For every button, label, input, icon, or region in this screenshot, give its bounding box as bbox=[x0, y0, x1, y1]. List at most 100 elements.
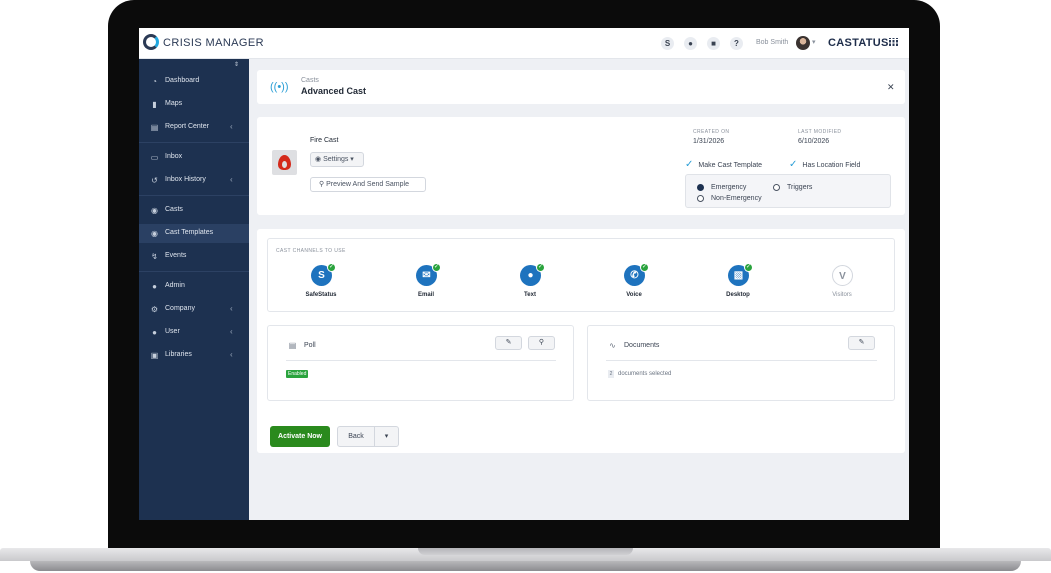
channel-label: Desktop bbox=[726, 292, 750, 298]
location-field-checkbox[interactable]: ✓ Has Location Field bbox=[789, 159, 860, 170]
documents-selected-text: documents selected bbox=[618, 371, 672, 377]
divider bbox=[286, 360, 556, 361]
chevron-left-icon: ‹ bbox=[230, 350, 233, 359]
visitors-icon: V bbox=[832, 265, 853, 286]
history-icon: ↺ bbox=[151, 176, 158, 185]
channel-label: Voice bbox=[626, 292, 642, 298]
page-title: Advanced Cast bbox=[301, 86, 367, 96]
bell-icon[interactable]: ● bbox=[684, 37, 697, 50]
sidebar-item-maps[interactable]: ▮ Maps bbox=[139, 95, 249, 114]
sidebar-item-inbox-history[interactable]: ↺ Inbox History ‹ bbox=[139, 171, 249, 190]
briefcase-icon: ▣ bbox=[150, 351, 159, 360]
pencil-icon: ✎ bbox=[505, 339, 512, 346]
chevron-down-icon: ▾ bbox=[348, 156, 354, 163]
scroll-indicator-icon[interactable]: ⇕ bbox=[234, 61, 239, 68]
search-icon: ⚲ bbox=[538, 339, 545, 346]
contacts-icon[interactable]: ■ bbox=[707, 37, 720, 50]
channel-label: Email bbox=[417, 292, 434, 298]
dashboard-icon: ◔ bbox=[152, 77, 157, 86]
back-button[interactable]: Back bbox=[337, 426, 375, 447]
documents-panel: ∿ Documents ✎ 2 documents selected bbox=[587, 325, 895, 401]
make-template-checkbox[interactable]: ✓ Make Cast Template bbox=[685, 159, 762, 170]
channel-desktop[interactable]: ▧ ✓ Desktop bbox=[708, 263, 768, 303]
edit-poll-button[interactable]: ✎ bbox=[495, 336, 522, 350]
check-icon: ✓ bbox=[685, 159, 694, 170]
breadcrumb[interactable]: Casts bbox=[301, 77, 319, 84]
sidebar-item-label: Cast Templates bbox=[165, 229, 214, 236]
channel-email[interactable]: ✉ ✓ Email bbox=[396, 263, 456, 303]
broadcast-icon: ◉ bbox=[315, 156, 324, 163]
sidebar-item-inbox[interactable]: ▭ Inbox bbox=[139, 148, 249, 167]
sidebar-item-label: Libraries bbox=[165, 351, 192, 358]
channels-title: CAST CHANNELS TO USE bbox=[276, 248, 346, 254]
sidebar-item-report-center[interactable]: ▤ Report Center ‹ bbox=[139, 118, 249, 137]
laptop-base bbox=[0, 548, 1051, 573]
help-icon[interactable]: ? bbox=[730, 37, 743, 50]
chevron-down-icon[interactable]: ▾ bbox=[812, 38, 816, 46]
preview-send-sample-button[interactable]: ⚲ Preview And Send Sample bbox=[310, 177, 426, 192]
channel-label: SafeStatus bbox=[305, 292, 337, 298]
chart-icon: ▤ bbox=[150, 123, 159, 132]
cast-channels-panel: CAST CHANNELS TO USE S ✓ SafeStatus ✉ ✓ … bbox=[267, 238, 895, 312]
broadcast-icon: ◉ bbox=[151, 206, 158, 215]
channel-label: Text bbox=[524, 292, 536, 298]
sidebar-item-libraries[interactable]: ▣ Libraries ‹ bbox=[139, 346, 249, 365]
status-badge: Enabled bbox=[286, 370, 309, 378]
map-icon: ▮ bbox=[152, 100, 157, 109]
preview-label: Preview And Send Sample bbox=[326, 181, 409, 188]
sidebar-item-dashboard[interactable]: ◔ Dashboard bbox=[139, 72, 249, 91]
sidebar-item-company[interactable]: ⚙ Company ‹ bbox=[139, 300, 249, 319]
channel-voice[interactable]: ✆ ✓ Voice bbox=[604, 263, 664, 303]
edit-documents-button[interactable]: ✎ bbox=[848, 336, 875, 350]
settings-dropdown-button[interactable]: ◉ Settings ▾ bbox=[310, 152, 364, 167]
sidebar-item-label: Inbox History bbox=[165, 176, 206, 183]
sidebar-divider bbox=[139, 271, 249, 272]
sidebar: ⇕ ◔ Dashboard ▮ Maps ▤ Report Center ‹ ▭… bbox=[139, 59, 249, 520]
sidebar-item-events[interactable]: ↯ Events bbox=[139, 247, 249, 266]
make-template-label: Make Cast Template bbox=[698, 162, 763, 169]
sidebar-item-user[interactable]: ● User ‹ bbox=[139, 323, 249, 342]
non-emergency-radio[interactable] bbox=[697, 195, 704, 202]
poll-title: Poll bbox=[304, 342, 316, 349]
cast-name: Fire Cast bbox=[310, 137, 339, 144]
channel-text[interactable]: ● ✓ Text bbox=[500, 263, 560, 303]
user-name[interactable]: Bob Smith bbox=[756, 39, 788, 46]
channel-safestatus[interactable]: S ✓ SafeStatus bbox=[291, 263, 351, 303]
page-header: ((•)) Casts Advanced Cast ✕ bbox=[257, 70, 905, 104]
chevron-left-icon: ‹ bbox=[230, 122, 233, 131]
emergency-radio[interactable] bbox=[697, 184, 704, 191]
last-modified-label: LAST MODIFIED bbox=[798, 129, 842, 135]
check-icon: ✓ bbox=[432, 263, 441, 272]
check-icon: ✓ bbox=[536, 263, 545, 272]
sidebar-item-label: Events bbox=[165, 252, 187, 259]
sidebar-item-casts[interactable]: ◉ Casts bbox=[139, 201, 249, 220]
paperclip-icon: ∿ bbox=[609, 341, 616, 350]
poll-panel: ▤ Poll ✎ ⚲ Enabled bbox=[267, 325, 574, 401]
search-poll-button[interactable]: ⚲ bbox=[528, 336, 555, 350]
poll-icon: ▤ bbox=[288, 341, 297, 350]
app-grid-icon[interactable] bbox=[889, 38, 898, 47]
channel-visitors[interactable]: V Visitors bbox=[812, 263, 872, 303]
cast-type-radio-group: Emergency Triggers Non-Emergency bbox=[685, 174, 891, 208]
back-dropdown-button[interactable]: ▾ bbox=[374, 426, 399, 447]
app-logo-icon[interactable] bbox=[143, 34, 159, 50]
triggers-radio[interactable] bbox=[773, 184, 780, 191]
sidebar-divider bbox=[139, 195, 249, 196]
avatar[interactable] bbox=[796, 36, 810, 50]
brand-logo: CASTATUS bbox=[828, 37, 889, 49]
documents-count: 2 bbox=[608, 370, 614, 378]
close-icon[interactable]: ✕ bbox=[887, 82, 895, 93]
pencil-icon: ✎ bbox=[858, 339, 865, 346]
sidebar-item-admin[interactable]: ● Admin bbox=[139, 277, 249, 296]
sidebar-item-label: Inbox bbox=[165, 153, 183, 160]
top-bar: CRISIS MANAGER S ● ■ ? Bob Smith ▾ CASTA… bbox=[139, 28, 909, 59]
settings-label: Settings bbox=[323, 156, 349, 163]
fire-core bbox=[282, 161, 287, 168]
status-icon[interactable]: S bbox=[661, 37, 674, 50]
sidebar-item-label: Maps bbox=[165, 100, 183, 107]
activate-now-button[interactable]: Activate Now bbox=[270, 426, 330, 447]
sidebar-item-label: Company bbox=[165, 305, 195, 312]
cast-info-card: Fire Cast ◉ Settings ▾ ⚲ Preview And Sen… bbox=[257, 117, 905, 215]
check-icon: ✓ bbox=[744, 263, 753, 272]
sidebar-item-cast-templates[interactable]: ◉ Cast Templates bbox=[139, 224, 249, 243]
